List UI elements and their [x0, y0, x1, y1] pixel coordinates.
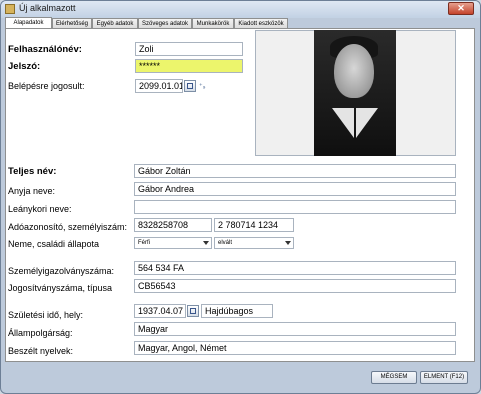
tab-szoveges-adatok[interactable]: Szöveges adatok: [138, 18, 192, 28]
chevron-down-icon: [203, 241, 209, 245]
taxid-label: Adóazonosító, személyiszám:: [8, 222, 128, 232]
tab-elerhetoseg[interactable]: Elérhetőség: [52, 18, 92, 28]
window-title: Új alkalmazott: [19, 3, 76, 13]
tab-munkakorok[interactable]: Munkakörök: [192, 18, 234, 28]
license-input[interactable]: CB56543: [134, 279, 456, 293]
citizenship-input[interactable]: Magyar: [134, 322, 456, 336]
gender-value: Férfi: [138, 240, 150, 246]
birth-place-input[interactable]: Hajdúbagos: [201, 304, 273, 318]
idcard-label: Személyigazolványszáma:: [8, 266, 115, 276]
license-label: Jogosítványszáma, típusa: [8, 283, 113, 293]
mother-input[interactable]: Gábor Andrea: [134, 182, 456, 196]
idcard-input[interactable]: 564 534 FA: [134, 261, 456, 275]
chevron-down-icon: [285, 241, 291, 245]
cancel-button[interactable]: MÉGSEM: [371, 371, 417, 384]
marital-select[interactable]: elvált: [214, 237, 294, 249]
title-bar[interactable]: Új alkalmazott ✕: [1, 1, 480, 18]
mother-label: Anyja neve:: [8, 186, 56, 196]
maiden-label: Leánykori neve:: [8, 204, 72, 214]
birth-date-input[interactable]: 1937.04.07: [134, 304, 186, 318]
tab-egyeb-adatok[interactable]: Egyéb adatok: [92, 18, 138, 28]
birth-label: Születési idő, hely:: [8, 310, 84, 320]
dialog-window: Új alkalmazott ✕ Alapadatok Elérhetőség …: [0, 0, 481, 394]
password-input[interactable]: ******: [135, 59, 243, 73]
clear-date-icon[interactable]: ⁺₉: [199, 82, 205, 90]
fullname-label: Teljes név:: [8, 166, 57, 177]
citizenship-label: Állampolgárság:: [8, 328, 73, 338]
login-date-input[interactable]: 2099.01.01: [135, 79, 183, 93]
gender-label: Neme, családi állapota: [8, 239, 100, 249]
marital-value: elvált: [218, 240, 233, 246]
tab-alapadatok[interactable]: Alapadatok: [5, 17, 52, 28]
personal-number-input[interactable]: 2 780714 1234: [214, 218, 294, 232]
login-label: Belépésre jogosult:: [8, 81, 85, 91]
employee-photo: [314, 30, 396, 156]
password-label: Jelszó:: [8, 61, 41, 72]
login-calendar-icon[interactable]: [184, 80, 196, 92]
username-label: Felhasználónév:: [8, 44, 82, 55]
app-icon: [5, 4, 15, 14]
close-button[interactable]: ✕: [448, 2, 474, 15]
tab-kiadott-eszkozok[interactable]: Kiadott eszközök: [234, 18, 288, 28]
taxid-input[interactable]: 8328258708: [134, 218, 212, 232]
maiden-input[interactable]: [134, 200, 456, 214]
gender-select[interactable]: Férfi: [134, 237, 212, 249]
save-button[interactable]: ELMENT (F12): [420, 371, 468, 384]
languages-input[interactable]: Magyar, Angol, Német: [134, 341, 456, 355]
languages-label: Beszélt nyelvek:: [8, 346, 74, 356]
username-input[interactable]: Zoli: [135, 42, 243, 56]
fullname-input[interactable]: Gábor Zoltán: [134, 164, 456, 178]
birth-calendar-icon[interactable]: [187, 305, 199, 317]
